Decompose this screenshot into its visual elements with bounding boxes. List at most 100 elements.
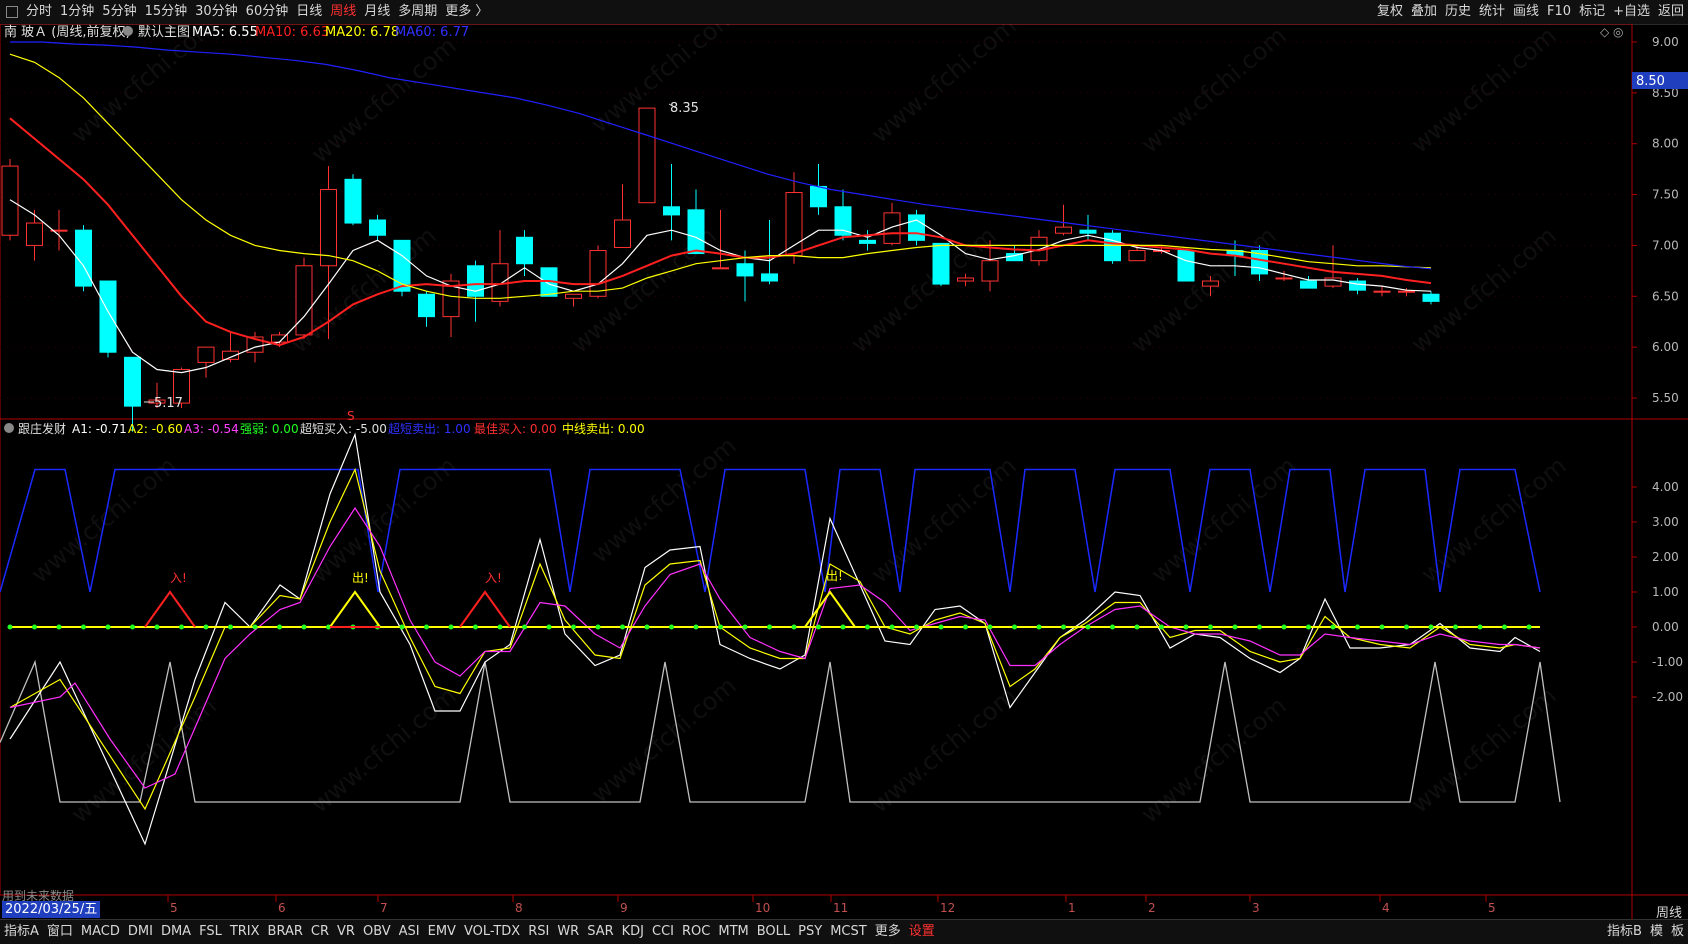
a2-line [9,467,1541,811]
time-label-3: 8 [515,901,523,915]
expand-icon[interactable]: ◇ ◎ [1600,25,1624,39]
indicator-tab-9[interactable]: VR [333,920,359,944]
toolbar-action-0[interactable]: 复权 [1373,0,1407,24]
period-tab-8[interactable]: 月线 [360,0,394,24]
qiangruo-dot [571,624,576,630]
period-tab-2[interactable]: 5分钟 [98,0,140,24]
qiangruo-dot [669,624,674,630]
toolbar-action-8[interactable]: 返回 [1654,0,1688,24]
qiangruo-dot [301,624,307,630]
indicator-tab-5[interactable]: FSL [195,920,226,944]
period-tabs: 分时 1分钟 5分钟 15分钟 30分钟 60分钟 日线 周线 月线 多周期 更多 〉 [0,0,492,24]
toolbar-action-1[interactable]: 叠加 [1407,0,1441,24]
candle [369,214,386,241]
candle [1251,245,1268,282]
sell-signal-2: 出! [826,569,843,583]
period-tab-10[interactable]: 更多 〉 [441,0,492,24]
indicator-tab-11[interactable]: ASI [395,920,424,944]
indicator-tab-22[interactable]: PSY [794,920,826,944]
time-label-0: 5 [170,901,178,915]
indicator-tab-6[interactable]: TRIX [226,920,264,944]
indicator-tab-25[interactable]: 设置 [905,920,939,944]
indicator-tab-12[interactable]: EMV [424,920,460,944]
qiangruo-dot [1379,624,1385,630]
bottom-right-tab-1[interactable]: 模 [1646,920,1667,944]
toolbar-action-2[interactable]: 历史 [1441,0,1475,24]
best-buy-peak-0 [144,590,196,628]
toolbar-action-3[interactable]: 统计 [1475,0,1509,24]
indicator-tab-23[interactable]: MCST [826,920,871,944]
bottom-right-tab-2[interactable]: 板 [1667,920,1688,944]
template-menu-icon[interactable] [123,26,133,36]
period-tab-4[interactable]: 30分钟 [191,0,242,24]
indicator-tab-14[interactable]: RSI [524,920,553,944]
qiangruo-dot [522,624,527,630]
indicator-tab-8[interactable]: CR [307,920,333,944]
watermark-17: www.cfchi.com [1406,681,1562,818]
period-tab-7[interactable]: 周线 [326,0,360,24]
period-tab-0[interactable]: 分时 [22,0,56,24]
period-tab-6[interactable]: 日线 [292,0,326,24]
indicator-tab-3[interactable]: DMI [124,920,157,944]
ma5-label: MA5: 6.55 [192,25,258,40]
time-label-2: 7 [380,901,388,915]
qiangruo-dot [1012,624,1017,630]
indicator-tab-17[interactable]: KDJ [618,920,648,944]
current-price-text: 8.50 [1636,74,1665,89]
bottom-right-tab-0[interactable]: 指标B [1603,920,1646,944]
indicator-tick-6: -2.00 [1652,690,1683,704]
indicator-tab-2[interactable]: MACD [77,920,124,944]
template-name[interactable]: 默认主图 [138,24,190,40]
window-icon[interactable] [6,6,18,18]
candle [99,280,117,358]
indicator-tab-1[interactable]: 窗口 [43,920,77,944]
indicator-tab-20[interactable]: MTM [714,920,752,944]
indicator-tab-18[interactable]: CCI [648,920,678,944]
indicator-name: 跟庄发财 [18,421,66,436]
time-label-6: 11 [833,901,848,915]
period-tab-3[interactable]: 15分钟 [141,0,192,24]
qiangruo-dot [1306,624,1311,630]
indicator-tab-0[interactable]: 指标A [0,920,43,944]
indicator-tab-21[interactable]: BOLL [753,920,794,944]
period-tab-5[interactable]: 60分钟 [242,0,293,24]
toolbar-action-5[interactable]: F10 [1543,0,1575,24]
qiangruo-dot [1183,624,1189,630]
qiangruo-label: 强弱: 0.00 [240,422,299,436]
best-buy-peak-1 [459,590,511,628]
candle [197,346,215,378]
indicator-tab-24[interactable]: 更多 [871,920,905,944]
indicator-tab-13[interactable]: VOL-TDX [460,920,524,944]
toolbar-action-7[interactable]: +自选 [1609,0,1654,24]
qiangruo-dot [595,624,601,630]
qiangruo-dot [1208,624,1213,630]
indicator-menu-icon[interactable] [4,423,14,433]
price-tick-2: 8.00 [1652,137,1679,151]
period-tab-1[interactable]: 1分钟 [56,0,98,24]
buy-signal-1: 入! [170,571,187,585]
qiangruo-dot [1257,624,1262,630]
watermark-16: www.cfchi.com [1136,691,1292,828]
indicator-tabs-bar: 指标A 窗口 MACD DMI DMA FSL TRIX BRAR CR VR OBV ASI EMV V… [0,919,1688,944]
indicator-tab-19[interactable]: ROC [678,920,714,944]
qiangruo-dot [497,624,503,630]
candle [932,242,950,287]
qiangruo-dot [399,624,405,630]
indicator-tab-4[interactable]: DMA [157,920,195,944]
period-tab-9[interactable]: 多周期 [394,0,441,24]
toolbar-action-6[interactable]: 标记 [1575,0,1609,24]
candle [124,356,141,432]
candle [614,184,631,248]
indicator-tab-15[interactable]: WR [553,920,583,944]
indicator-tab-10[interactable]: OBV [359,920,395,944]
indicator-tick-1: 3.00 [1652,515,1679,529]
qiangruo-dot [424,624,429,630]
watermark-4: www.cfchi.com [1136,24,1292,159]
toolbar-action-4[interactable]: 画线 [1509,0,1543,24]
indicator-tab-7[interactable]: BRAR [264,920,307,944]
indicator-tab-16[interactable]: SAR [583,920,617,944]
qiangruo-dot [742,624,748,630]
kline-chart[interactable]: www.cfchi.com www.cfchi.com www.cfchi.com w… [0,1,1688,919]
buy-signal-2: 入! [485,571,502,585]
candle [785,172,803,264]
